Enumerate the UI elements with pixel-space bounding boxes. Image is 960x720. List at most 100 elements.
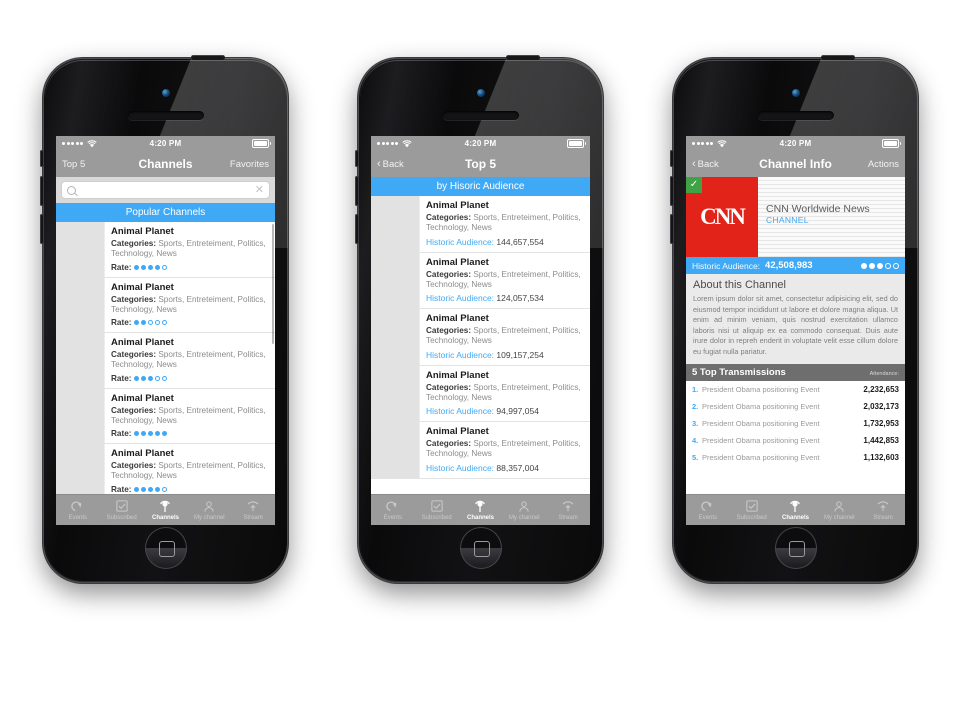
rating-dots xyxy=(134,431,168,436)
tab-stream[interactable]: Stream xyxy=(861,499,905,521)
transmissions-list[interactable]: 1. President Obama positioning Event 2,2… xyxy=(686,381,905,466)
search-input[interactable]: ✕ xyxy=(61,181,270,199)
tab-events[interactable]: Events xyxy=(56,499,100,521)
channel-rating: Rate: xyxy=(111,374,269,383)
front-camera-icon xyxy=(791,89,800,97)
table-row[interactable]: Animal Planet Categories: Sports, Entret… xyxy=(371,422,590,479)
events-icon xyxy=(686,499,730,513)
status-bar: 4:20 PM xyxy=(686,136,905,151)
channel-categories: Categories: Sports, Entreteiment, Politi… xyxy=(426,213,584,234)
table-row[interactable]: Animal Planet Categories: Sports, Entret… xyxy=(56,388,275,444)
attendance-value: 2,232,653 xyxy=(863,385,899,395)
list-item[interactable]: 5. President Obama positioning Event 1,1… xyxy=(686,449,905,466)
tab-label: Stream xyxy=(873,515,893,521)
channel-thumbnail xyxy=(371,365,420,421)
top5-list[interactable]: Animal Planet Categories: Sports, Entret… xyxy=(371,196,590,525)
tab-label: Channels xyxy=(151,515,179,521)
list-item[interactable]: 1. President Obama positioning Event 2,2… xyxy=(686,381,905,398)
table-row[interactable]: Animal Planet Categories: Sports, Entret… xyxy=(371,196,590,253)
tab-my-channel[interactable]: My channel xyxy=(187,499,231,521)
categories-label: Categories: xyxy=(111,350,157,359)
home-button[interactable] xyxy=(774,527,817,569)
chevron-left-icon: ‹ xyxy=(377,157,381,170)
tab-bar: Events Subscribed Channels My channel St… xyxy=(686,494,905,525)
list-item[interactable]: 3. President Obama positioning Event 1,7… xyxy=(686,415,905,432)
volume-down-button[interactable] xyxy=(40,214,44,244)
clear-icon[interactable]: ✕ xyxy=(255,184,264,196)
tab-events[interactable]: Events xyxy=(686,499,730,521)
table-row[interactable]: Animal Planet Categories: Sports, Entret… xyxy=(56,444,275,500)
volume-down-button[interactable] xyxy=(355,214,359,244)
home-square-icon xyxy=(788,541,805,557)
tab-my-channel[interactable]: My channel xyxy=(817,499,861,521)
tab-my-channel[interactable]: My channel xyxy=(502,499,546,521)
nav-top5-button[interactable]: Top 5 xyxy=(62,159,85,170)
tab-bar: Events Subscribed Channels My channel St… xyxy=(56,494,275,525)
audience-value: 42,508,983 xyxy=(765,260,813,271)
table-row[interactable]: Animal Planet Categories: Sports, Entret… xyxy=(371,252,590,309)
table-row[interactable]: Animal Planet Categories: Sports, Entret… xyxy=(371,365,590,422)
power-button[interactable] xyxy=(506,55,540,60)
power-button[interactable] xyxy=(191,55,225,60)
home-button[interactable] xyxy=(459,527,502,569)
channel-rating: Rate: xyxy=(111,263,269,272)
power-button[interactable] xyxy=(821,55,855,60)
audience-value: 144,657,554 xyxy=(494,236,544,247)
transmission-name: President Obama positioning Event xyxy=(702,453,820,463)
phone3-nav-bar: ‹ Back Channel Info Actions xyxy=(686,151,905,177)
channel-title: Animal Planet xyxy=(426,313,489,324)
home-button[interactable] xyxy=(144,527,187,569)
broadcast-icon xyxy=(459,499,503,513)
battery-icon xyxy=(567,139,586,148)
mute-switch[interactable] xyxy=(670,150,674,167)
phone2-nav-bar: ‹ Back Top 5 xyxy=(371,151,590,177)
tab-subscribed[interactable]: Subscribed xyxy=(730,499,774,521)
channel-list[interactable]: Animal Planet Categories: Sports, Entret… xyxy=(56,222,275,525)
channel-thumbnail xyxy=(56,222,105,277)
back-label: Back xyxy=(697,158,719,170)
volume-up-button[interactable] xyxy=(355,176,359,206)
categories-label: Categories: xyxy=(426,213,472,222)
historic-audience: Historic Audience: 88,357,004 xyxy=(426,463,584,473)
tab-subscribed[interactable]: Subscribed xyxy=(100,499,144,521)
tab-channels[interactable]: Channels xyxy=(459,499,503,521)
back-button[interactable]: ‹ Back xyxy=(377,157,404,170)
transmission-name: President Obama positioning Event xyxy=(702,436,820,446)
battery-icon xyxy=(882,139,901,148)
table-row[interactable]: Animal Planet Categories: Sports, Entret… xyxy=(56,222,275,278)
home-square-icon xyxy=(473,541,490,557)
volume-up-button[interactable] xyxy=(670,176,674,206)
tab-stream[interactable]: Stream xyxy=(546,499,590,521)
transmission-name: President Obama positioning Event xyxy=(702,402,820,412)
phone3-screen: 4:20 PM ‹ Back Channel Info Actions ✓ CNN… xyxy=(686,136,905,525)
mute-switch[interactable] xyxy=(40,150,44,167)
list-item[interactable]: 4. President Obama positioning Event 1,4… xyxy=(686,432,905,449)
tab-channels[interactable]: Channels xyxy=(144,499,188,521)
list-item[interactable]: 2. President Obama positioning Event 2,0… xyxy=(686,398,905,415)
channel-categories: Categories: Sports, Entreteiment, Politi… xyxy=(111,239,269,260)
table-row[interactable]: Animal Planet Categories: Sports, Entret… xyxy=(56,277,275,333)
volume-up-button[interactable] xyxy=(40,176,44,206)
tab-channels[interactable]: Channels xyxy=(774,499,818,521)
channel-categories: Categories: Sports, Entreteiment, Politi… xyxy=(426,270,584,291)
channel-categories: Categories: Sports, Entreteiment, Politi… xyxy=(426,439,584,460)
volume-down-button[interactable] xyxy=(670,214,674,244)
rank: 3. xyxy=(692,419,699,429)
broadcast-icon xyxy=(144,499,188,513)
tab-subscribed[interactable]: Subscribed xyxy=(415,499,459,521)
mute-switch[interactable] xyxy=(355,150,359,167)
tab-label: Subscribed xyxy=(421,515,452,521)
back-button[interactable]: ‹ Back xyxy=(692,158,719,170)
nav-favorites-button[interactable]: Favorites xyxy=(230,159,269,170)
status-bar-clock: 4:20 PM xyxy=(149,139,182,148)
categories-label: Categories: xyxy=(111,239,157,248)
transmission-name: President Obama positioning Event xyxy=(702,419,820,429)
table-row[interactable]: Animal Planet Categories: Sports, Entret… xyxy=(371,309,590,366)
scrollbar[interactable] xyxy=(272,224,274,344)
audience-value: 88,357,004 xyxy=(494,462,539,473)
actions-button[interactable]: Actions xyxy=(868,159,899,170)
tab-events[interactable]: Events xyxy=(371,499,415,521)
table-row[interactable]: Animal Planet Categories: Sports, Entret… xyxy=(56,333,275,389)
channel-categories: Categories: Sports, Entreteiment, Politi… xyxy=(111,295,269,316)
tab-stream[interactable]: Stream xyxy=(231,499,275,521)
